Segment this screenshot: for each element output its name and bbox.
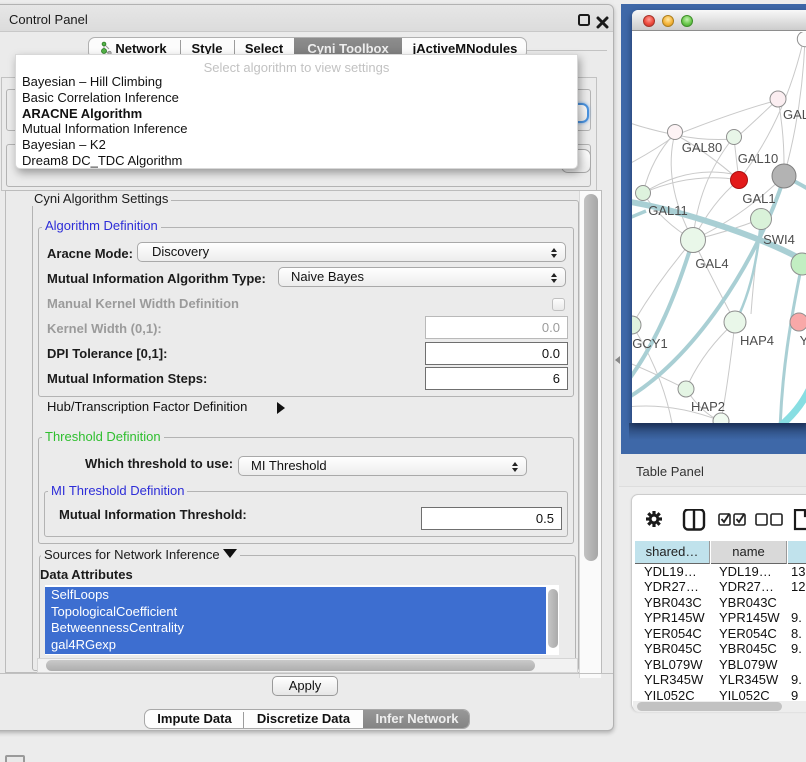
svg-text:HAP2: HAP2 — [691, 399, 725, 414]
svg-text:HAP4: HAP4 — [740, 333, 774, 348]
svg-text:GAL: GAL — [783, 107, 806, 122]
svg-text:Y: Y — [800, 333, 806, 348]
svg-text:GCY1: GCY1 — [632, 336, 667, 351]
svg-text:GAL1: GAL1 — [742, 191, 775, 206]
svg-text:GAL11: GAL11 — [648, 203, 688, 218]
svg-text:GAL4: GAL4 — [695, 256, 728, 271]
svg-text:GAL80: GAL80 — [682, 140, 722, 155]
svg-text:SWI4: SWI4 — [763, 232, 795, 247]
svg-text:GAL10: GAL10 — [738, 151, 778, 166]
